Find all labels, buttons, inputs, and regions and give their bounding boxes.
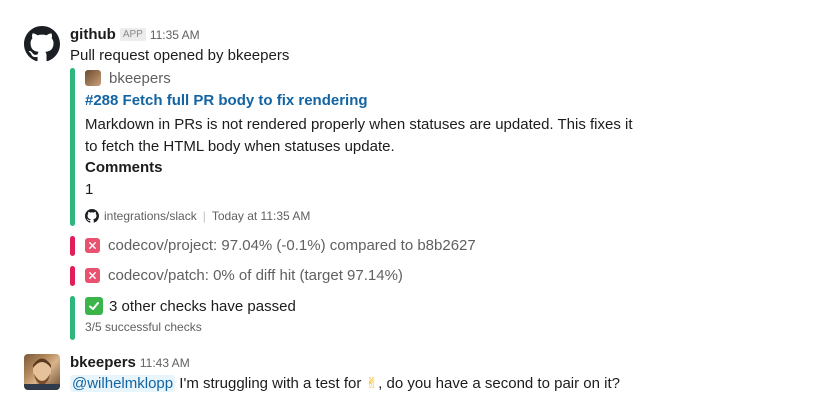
message-timestamp[interactable]: 11:35 AM [150,28,200,42]
pr-description: Markdown in PRs is not rendered properly… [85,116,633,155]
passed-text: 3 other checks have passed [109,297,296,315]
message-timestamp[interactable]: 11:43 AM [140,356,190,370]
check-text: codecov/patch: 0% of diff hit (target 97… [108,267,403,284]
footer-separator: | [202,209,206,223]
passed-row: 3 other checks have passed [85,297,296,315]
message-text-part: I'm struggling with a test for [179,375,366,392]
github-logo-icon[interactable] [24,26,60,62]
check-row-patch: codecov/patch: 0% of diff hit (target 97… [85,267,403,284]
check-bar-project [70,236,75,256]
attachment-author: bkeepers [85,68,645,88]
victory-hand-emoji: ✌ [365,375,379,392]
passed-bar [70,296,75,340]
passed-subtext: 3/5 successful checks [85,320,202,334]
github-footer-icon [85,209,99,223]
check-mark-icon [85,297,103,315]
footer-time[interactable]: Today at 11:35 AM [212,209,311,223]
field-title: Comments [85,159,163,176]
message-text: Pull request opened by bkeepers [70,47,290,64]
sender-name[interactable]: bkeepers [70,354,136,371]
check-text: codecov/project: 97.04% (-0.1%) compared… [108,237,476,254]
sender-name[interactable]: github [70,26,116,43]
pr-attachment: bkeepers #288 Fetch full PR body to fix … [85,68,645,223]
check-bar-patch [70,266,75,286]
app-badge: APP [119,28,146,41]
check-row-project: codecov/project: 97.04% (-0.1%) compared… [85,237,476,254]
failed-status-icon [85,238,100,253]
user-avatar[interactable] [24,354,60,390]
passed-checks: 3 other checks have passed 3/5 successfu… [85,297,296,334]
user-mention[interactable]: @wilhelmklopp [70,375,176,392]
field-value: 1 [85,181,94,198]
author-avatar [85,70,101,86]
failed-status-icon [85,268,100,283]
message-header: bkeepers 11:43 AM [70,354,190,371]
attachment-footer: integrations/slack | Today at 11:35 AM [85,209,645,223]
pr-title-link[interactable]: #288 Fetch full PR body to fix rendering [85,92,645,112]
message-text-part: , do you have a second to pair on it? [378,375,620,392]
attachment-bar [70,68,75,226]
author-name[interactable]: bkeepers [109,70,171,87]
message-header: github APP 11:35 AM [70,26,200,43]
message-text: @wilhelmklopp I'm struggling with a test… [70,374,620,392]
footer-source: integrations/slack [104,209,197,223]
